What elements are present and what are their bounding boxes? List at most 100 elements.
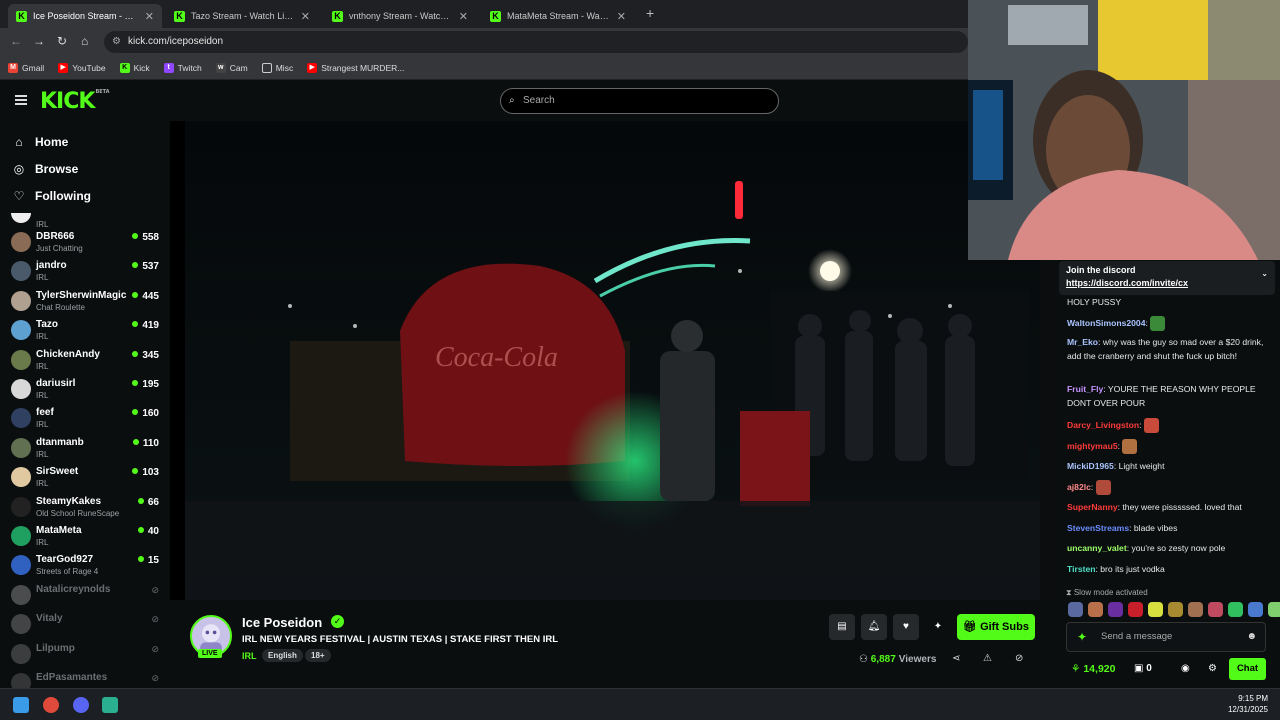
chrome-icon[interactable] <box>43 697 59 713</box>
report-warning-icon[interactable]: ⚠ <box>983 653 992 664</box>
partial-category: IRL <box>36 220 49 229</box>
bookmark-youtube[interactable]: ▶ YouTube <box>58 62 106 73</box>
emote-button[interactable] <box>1168 602 1183 617</box>
close-tab-icon[interactable]: ✕ <box>301 10 310 23</box>
sparkle-button[interactable]: ✦ <box>925 614 951 640</box>
chat-message-input[interactable]: ✦ Send a message ☻ <box>1066 622 1266 652</box>
emoji-picker-icon[interactable]: ☻ <box>1246 623 1257 651</box>
sidebar-nav-browse[interactable]: ◎ Browse <box>12 162 79 176</box>
chat-username[interactable]: Fruit_Fly <box>1067 384 1103 394</box>
sidebar-channel-tazo[interactable]: Tazo IRL 419 <box>11 317 159 346</box>
browser-tab-iceposeidon[interactable]: K Ice Poseidon Stream - Watch Live on Ki… <box>8 4 162 28</box>
streamer-name[interactable]: Ice Poseidon <box>242 615 322 630</box>
emote-button[interactable] <box>1248 602 1263 617</box>
chat-username[interactable]: MickiD1965 <box>1067 461 1114 471</box>
chat-username[interactable]: aj82lc <box>1067 482 1091 492</box>
app-icon[interactable] <box>102 697 118 713</box>
channel-viewer-count: 160 <box>132 408 159 419</box>
chat-username[interactable]: uncanny_valet <box>1067 543 1127 553</box>
site-info-icon[interactable]: ⚙ <box>112 31 121 53</box>
sidebar-channel-vitaly[interactable]: Vitaly ⊘ <box>11 611 159 640</box>
sidebar-channel-natalicreynolds[interactable]: Natalicreynolds ⊘ <box>11 582 159 611</box>
tag-mature[interactable]: 18+ <box>305 649 331 662</box>
sidebar-channel-teargod927[interactable]: TearGod927 Streets of Rage 4 15 <box>11 552 159 581</box>
emote-button[interactable] <box>1068 602 1083 617</box>
sidebar-channel-feef[interactable]: feef IRL 160 <box>11 405 159 434</box>
chat-bubble-icon[interactable]: ◉ <box>1181 663 1190 674</box>
sidebar-channel-matameta[interactable]: MataMeta IRL 40 <box>11 523 159 552</box>
sidebar-channel-edpasamantes[interactable]: EdPasamantes ⊘ <box>11 670 159 688</box>
sidebar-channel-dariusirl[interactable]: dariusirl IRL 195 <box>11 376 159 405</box>
rewards-count[interactable]: ▣ 0 <box>1134 663 1152 674</box>
sidebar-nav-home[interactable]: ⌂ Home <box>12 135 68 149</box>
browser-tab-tazo[interactable]: K Tazo Stream - Watch Live on Kick ✕ <box>166 4 318 28</box>
chat-username[interactable]: WaltonSimons2004 <box>1067 318 1145 328</box>
browser-tab-matameta[interactable]: K MataMeta Stream - Watch Live on Kick ✕ <box>482 4 634 28</box>
channel-viewer-count: 345 <box>132 350 159 361</box>
bookmark-kick[interactable]: K Kick <box>119 62 150 73</box>
sidebar-channel-chickenandy[interactable]: ChickenAndy IRL 345 <box>11 347 159 376</box>
chevron-down-icon[interactable]: ⌄ <box>1261 269 1268 278</box>
channel-points[interactable]: ⚘ 14,920 <box>1071 663 1115 675</box>
emote-button[interactable] <box>1128 602 1143 617</box>
gift-subs-button[interactable]: 🎁︎ Gift Subs <box>957 614 1035 640</box>
close-tab-icon[interactable]: ✕ <box>617 10 626 23</box>
heart-icon: ♥ <box>903 621 909 632</box>
send-chat-button[interactable]: Chat <box>1229 658 1266 680</box>
reload-icon[interactable]: ↻ <box>57 34 67 48</box>
bookmark-cam[interactable]: w Cam <box>215 62 248 73</box>
emote-button[interactable] <box>1088 602 1103 617</box>
bookmark-gmail[interactable]: M Gmail <box>8 62 44 73</box>
video-player[interactable]: Coca-Cola <box>170 121 1040 600</box>
emote-button[interactable] <box>1208 602 1223 617</box>
close-tab-icon[interactable]: ✕ <box>145 10 154 23</box>
sidebar-channel-sirsweet[interactable]: SirSweet IRL 103 <box>11 464 159 493</box>
bookmark-twitch[interactable]: t Twitch <box>163 62 202 73</box>
search-input[interactable]: ⌕ Search <box>500 88 779 114</box>
emote-button[interactable] <box>1108 602 1123 617</box>
sidebar-channel-steamykakes[interactable]: SteamyKakes Old School RuneScape 66 <box>11 494 159 523</box>
address-bar[interactable]: ⚙ kick.com/iceposeidon <box>104 31 968 53</box>
discord-icon[interactable] <box>73 697 89 713</box>
sidebar-channel-dtanmanb[interactable]: dtanmanb IRL 110 <box>11 435 159 464</box>
chat-username[interactable]: Darcy_Livingston <box>1067 420 1139 430</box>
chat-username[interactable]: Tirsten <box>1067 564 1096 574</box>
browser-tab-vnthony[interactable]: K vnthony Stream - Watch Live on Kick ✕ <box>324 4 476 28</box>
emote-button[interactable] <box>1148 602 1163 617</box>
menu-hamburger-icon[interactable] <box>15 95 27 105</box>
notifications-button[interactable]: 🔔︎ <box>861 614 887 640</box>
stream-category[interactable]: IRL <box>242 651 257 661</box>
discord-link[interactable]: https://discord.com/invite/cx <box>1066 278 1268 288</box>
sidebar-channel-jandro[interactable]: jandro IRL 537 <box>11 258 159 287</box>
back-arrow-icon[interactable]: ← <box>10 34 22 48</box>
system-clock[interactable]: 9:15 PM 12/31/2025 <box>1228 694 1268 715</box>
sidebar-channel-lilpump[interactable]: Lilpump ⊘ <box>11 641 159 670</box>
clip-button[interactable]: ▤ <box>829 614 855 640</box>
close-tab-icon[interactable]: ✕ <box>459 10 468 23</box>
share-icon[interactable]: ⋖ <box>952 653 960 664</box>
chat-username[interactable]: Mr_Eko <box>1067 337 1098 347</box>
sidebar-channel-dbr666[interactable]: DBR666 Just Chatting 558 <box>11 229 159 258</box>
emote-button[interactable] <box>1228 602 1243 617</box>
chat-username[interactable]: StevenStreams <box>1067 523 1129 533</box>
bookmark-folder-misc[interactable]: Misc <box>261 62 293 73</box>
chat-username[interactable]: SuperNanny <box>1067 502 1118 512</box>
hide-chat-icon[interactable]: ⊘ <box>1015 653 1023 664</box>
tag-language[interactable]: English <box>262 649 303 662</box>
os-taskbar: 9:15 PM 12/31/2025 <box>0 688 1280 720</box>
settings-gear-icon[interactable]: ⚙ <box>1208 663 1217 674</box>
chat-username[interactable]: mightymau5 <box>1067 441 1118 451</box>
bookmark-strangest-murder[interactable]: ▶ Strangest MURDER... <box>307 62 404 73</box>
kick-logo[interactable]: KICKBETA <box>40 89 110 114</box>
emote-button[interactable] <box>1268 602 1280 617</box>
windows-start-icon[interactable] <box>13 697 29 713</box>
sidebar-channel-tylersherwinmagic[interactable]: TylerSherwinMagic Chat Roulette 445 <box>11 288 159 317</box>
emote-button[interactable] <box>1188 602 1203 617</box>
channel-avatar <box>11 526 31 546</box>
forward-arrow-icon[interactable]: → <box>33 34 45 48</box>
follow-button[interactable]: ♥ <box>893 614 919 640</box>
new-tab-icon[interactable]: + <box>646 5 654 21</box>
sidebar-nav-following[interactable]: ♡ Following <box>12 189 91 203</box>
home-icon[interactable]: ⌂ <box>81 34 88 48</box>
clock-date: 12/31/2025 <box>1227 704 1268 714</box>
